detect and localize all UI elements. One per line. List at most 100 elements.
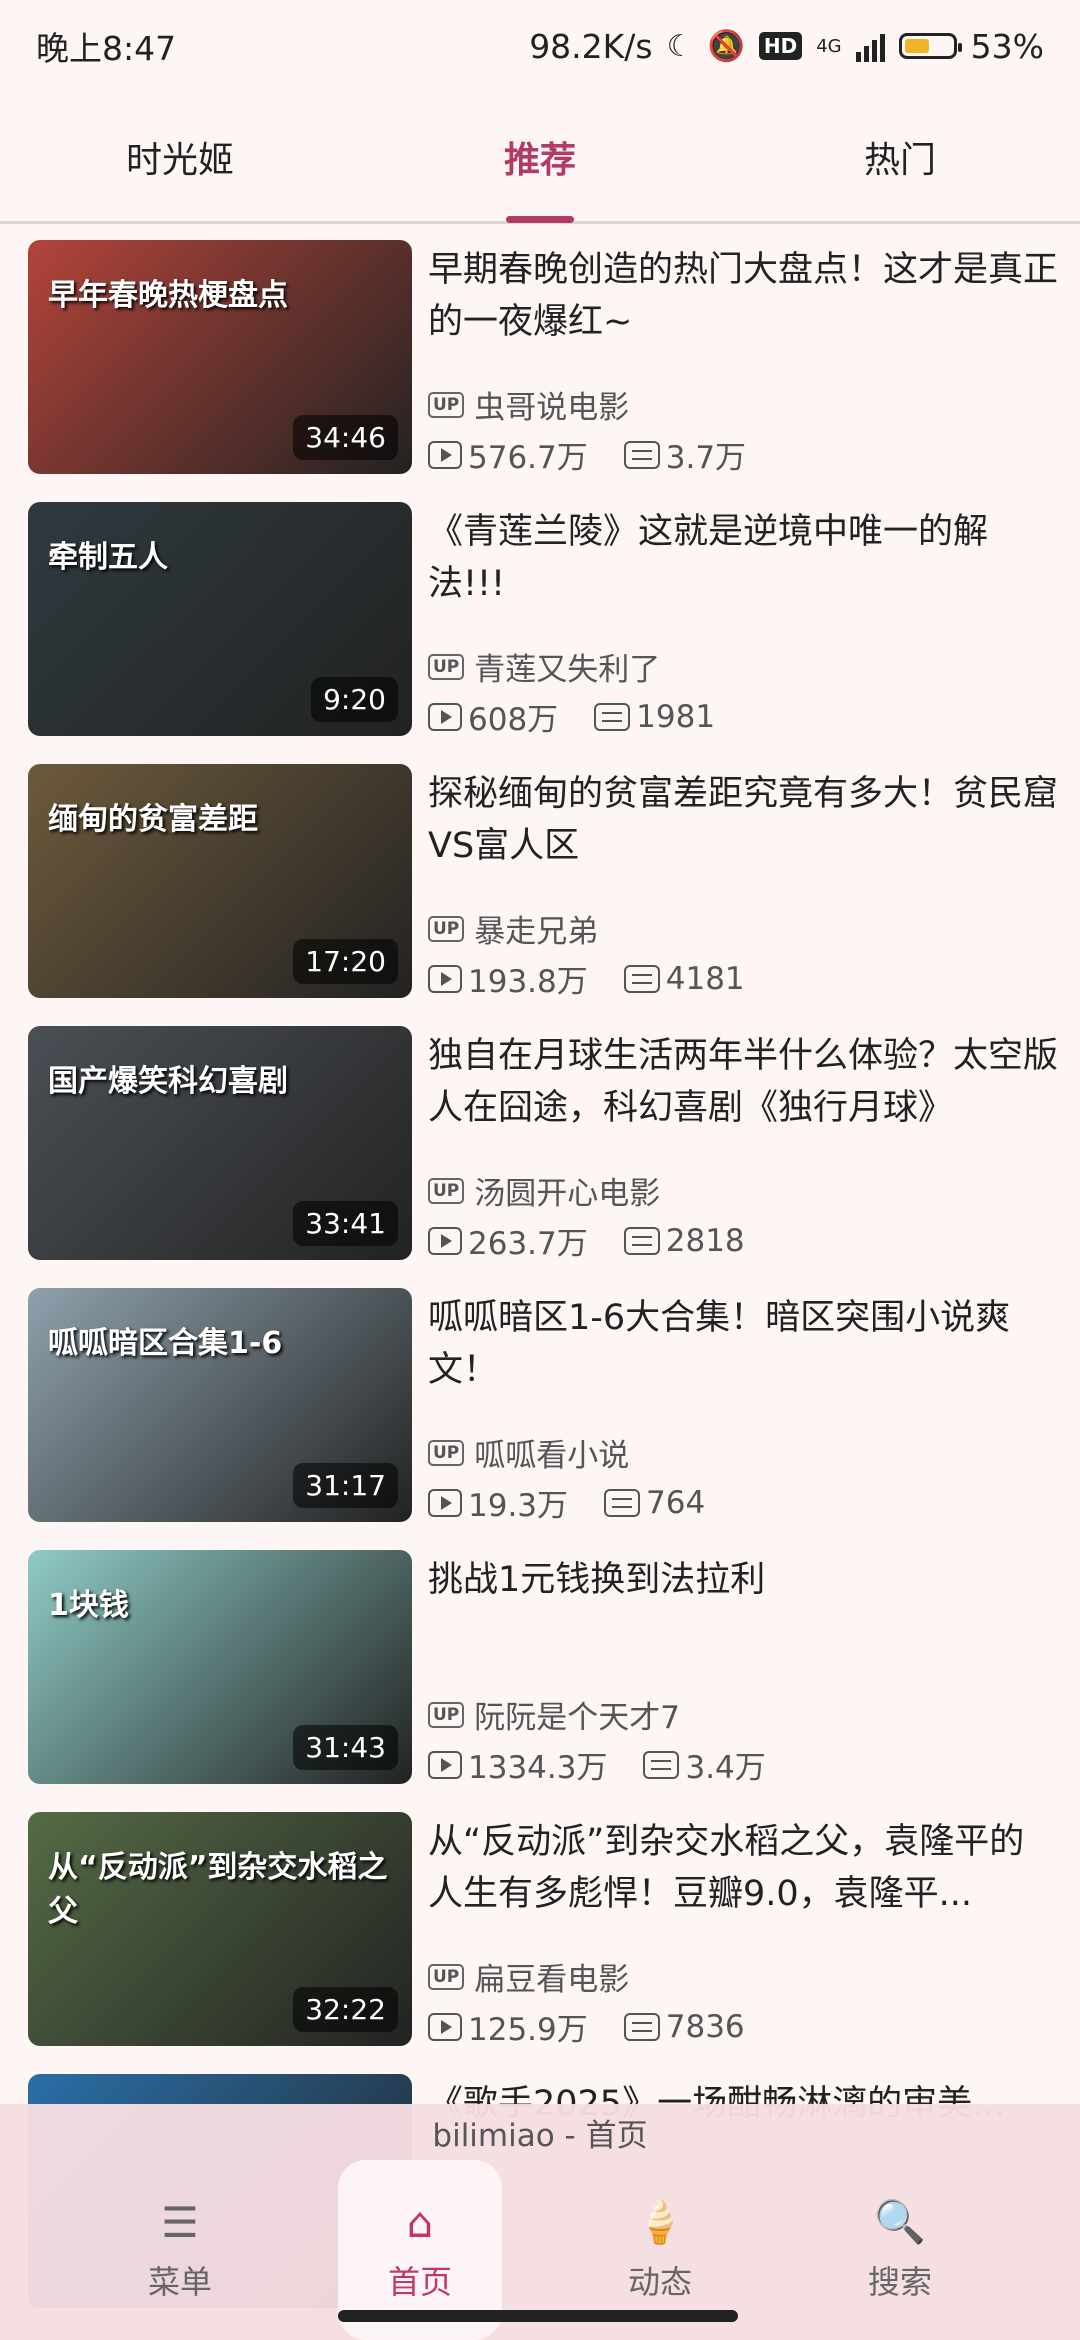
danmaku-count: 2818 <box>665 1222 745 1259</box>
video-card[interactable]: 缅甸的贫富差距 17:20 探秘缅甸的贫富差距究竟有多大！贫民窟VS富人区 UP… <box>0 764 1080 1026</box>
video-duration: 9:20 <box>311 677 398 722</box>
thumbnail-text: 牵制五人 <box>48 540 168 575</box>
play-count: 193.8万 <box>468 964 588 1000</box>
status-icons: 98.2K/s ☾ 🔕 HD 4G 53% <box>529 27 1044 66</box>
video-title[interactable]: 独自在月球生活两年半什么体验？太空版人在囧途，科幻喜剧《独行月球》 <box>428 1030 1058 1134</box>
video-thumbnail[interactable]: 呱呱暗区合集1-6 31:17 <box>28 1288 412 1522</box>
uploader-name[interactable]: 青莲又失利了 <box>474 644 660 689</box>
video-card[interactable]: 1块钱 31:43 挑战1元钱换到法拉利 UP 阮阮是个天才7 1334.3万 … <box>0 1550 1080 1812</box>
uploader-name[interactable]: 扁豆看电影 <box>474 1954 629 1999</box>
nav-search-label: 搜索 <box>867 2263 932 2301</box>
stats-row: 608万 1981 <box>428 694 715 739</box>
uploader-row: UP 虫哥说电影 <box>428 382 629 427</box>
video-duration: 17:20 <box>293 939 398 984</box>
video-card[interactable]: 呱呱暗区合集1-6 31:17 呱呱暗区1-6大合集！暗区突围小说爽文！ UP … <box>0 1288 1080 1550</box>
danmaku-icon <box>623 440 660 469</box>
uploader-name[interactable]: 虫哥说电影 <box>474 382 629 427</box>
thumbnail-text: 早年春晚热梗盘点 <box>48 278 288 313</box>
danmaku-icon <box>623 2012 660 2041</box>
search-icon: 🔍 <box>873 2197 927 2246</box>
video-thumbnail[interactable]: 1块钱 31:43 <box>28 1550 412 1784</box>
play-count: 125.9万 <box>468 2012 588 2048</box>
nav-search[interactable]: 🔍 搜索 <box>818 2160 982 2340</box>
thumbnail-text: 1块钱 <box>48 1588 129 1623</box>
page-title: bilimiao - 首页 <box>432 2118 648 2154</box>
uploader-name[interactable]: 暴走兄弟 <box>474 906 598 951</box>
danmaku-count: 3.4万 <box>685 1750 766 1786</box>
video-card[interactable]: 牵制五人 9:20 《青莲兰陵》这就是逆境中唯一的解法!!! UP 青莲又失利了… <box>0 502 1080 764</box>
nav-menu-label: 菜单 <box>147 2262 212 2301</box>
up-icon: UP <box>428 1439 465 1466</box>
danmaku-count: 3.7万 <box>665 440 747 476</box>
thumbnail-text: 从“反动派”到杂交水稻之父 <box>48 1850 388 1929</box>
uploader-name[interactable]: 呱呱看小说 <box>474 1430 629 1475</box>
uploader-row: UP 阮阮是个天才7 <box>428 1692 680 1737</box>
stats-row: 576.7万 3.7万 <box>428 432 746 477</box>
video-thumbnail[interactable]: 牵制五人 9:20 <box>28 502 412 736</box>
danmaku-count: 1981 <box>636 698 716 735</box>
hd-icon: HD <box>758 32 803 60</box>
menu-icon: ☰ <box>161 2197 199 2247</box>
battery-percent: 53% <box>970 26 1044 66</box>
nav-dynamic-label: 动态 <box>627 2263 692 2301</box>
video-thumbnail[interactable]: 早年春晚热梗盘点 34:46 <box>28 240 412 474</box>
tab-hot[interactable]: 热门 <box>720 112 1080 221</box>
signal-icon <box>855 30 885 62</box>
video-thumbnail[interactable]: 缅甸的贫富差距 17:20 <box>28 764 412 998</box>
play-count-icon <box>428 1226 462 1255</box>
video-thumbnail[interactable]: 从“反动派”到杂交水稻之父 32:22 <box>28 1812 412 2046</box>
danmaku-icon <box>623 1226 660 1255</box>
danmaku-icon <box>623 964 660 993</box>
danmaku-icon <box>604 1488 641 1517</box>
play-count-icon <box>428 964 462 993</box>
icecream-icon: 🍦 <box>633 2197 687 2246</box>
up-icon: UP <box>428 915 465 942</box>
bottom-nav: bilimiao - 首页 ☰ 菜单 ⌂ 首页 🍦 动态 🔍 搜索 <box>0 2104 1080 2340</box>
video-title[interactable]: 《青莲兰陵》这就是逆境中唯一的解法!!! <box>428 506 1058 610</box>
danmaku-count: 4181 <box>665 960 745 997</box>
tab-recommend[interactable]: 推荐 <box>360 112 720 221</box>
tab-shiguangji[interactable]: 时光姬 <box>0 112 360 221</box>
top-tabs: 时光姬 推荐 热门 <box>0 112 1080 224</box>
video-title[interactable]: 早期春晚创造的热门大盘点！这才是真正的一夜爆红~ <box>428 244 1058 348</box>
battery-icon <box>898 33 962 59</box>
network-speed: 98.2K/s <box>529 26 653 66</box>
thumbnail-text: 国产爆笑科幻喜剧 <box>48 1064 288 1099</box>
video-title[interactable]: 探秘缅甸的贫富差距究竟有多大！贫民窟VS富人区 <box>428 768 1058 872</box>
video-title[interactable]: 挑战1元钱换到法拉利 <box>428 1554 1058 1606</box>
danmaku-count: 7836 <box>665 2008 745 2045</box>
stats-row: 19.3万 764 <box>428 1480 705 1525</box>
play-count-icon <box>428 702 462 731</box>
play-count: 576.7万 <box>468 440 588 476</box>
video-duration: 31:43 <box>293 1725 398 1770</box>
up-icon: UP <box>428 1701 465 1728</box>
uploader-row: UP 呱呱看小说 <box>428 1430 629 1475</box>
play-count-icon <box>428 2012 462 2041</box>
uploader-row: UP 扁豆看电影 <box>428 1954 629 1999</box>
video-thumbnail[interactable]: 国产爆笑科幻喜剧 33:41 <box>28 1026 412 1260</box>
video-title[interactable]: 从“反动派”到杂交水稻之父，袁隆平的人生有多彪悍！豆瓣9.0，袁隆平... <box>428 1816 1058 1920</box>
video-duration: 34:46 <box>293 415 398 460</box>
uploader-row: UP 青莲又失利了 <box>428 644 660 689</box>
uploader-name[interactable]: 汤圆开心电影 <box>474 1168 660 1213</box>
uploader-name[interactable]: 阮阮是个天才7 <box>474 1692 680 1737</box>
status-time: 晚上8:47 <box>36 29 177 68</box>
stats-row: 1334.3万 3.4万 <box>428 1742 766 1787</box>
video-card[interactable]: 从“反动派”到杂交水稻之父 32:22 从“反动派”到杂交水稻之父，袁隆平的人生… <box>0 1812 1080 2074</box>
video-title[interactable]: 呱呱暗区1-6大合集！暗区突围小说爽文！ <box>428 1292 1058 1396</box>
up-icon: UP <box>428 391 465 418</box>
video-card[interactable]: 早年春晚热梗盘点 34:46 早期春晚创造的热门大盘点！这才是真正的一夜爆红~ … <box>0 240 1080 502</box>
video-card[interactable]: 国产爆笑科幻喜剧 33:41 独自在月球生活两年半什么体验？太空版人在囧途，科幻… <box>0 1026 1080 1288</box>
status-bar: 晚上8:47 98.2K/s ☾ 🔕 HD 4G 53% <box>0 0 1080 92</box>
up-icon: UP <box>428 653 465 680</box>
danmaku-icon <box>643 1750 680 1779</box>
moon-icon: ☾ <box>666 28 694 64</box>
gesture-bar[interactable] <box>338 2310 738 2322</box>
nav-home-label: 首页 <box>387 2262 452 2301</box>
network-type: 4G <box>816 35 842 57</box>
nav-menu[interactable]: ☰ 菜单 <box>98 2160 262 2340</box>
video-list: 早年春晚热梗盘点 34:46 早期春晚创造的热门大盘点！这才是真正的一夜爆红~ … <box>0 240 1080 2336</box>
home-icon: ⌂ <box>406 2197 434 2247</box>
up-icon: UP <box>428 1963 465 1990</box>
thumbnail-text: 缅甸的贫富差距 <box>48 802 258 837</box>
